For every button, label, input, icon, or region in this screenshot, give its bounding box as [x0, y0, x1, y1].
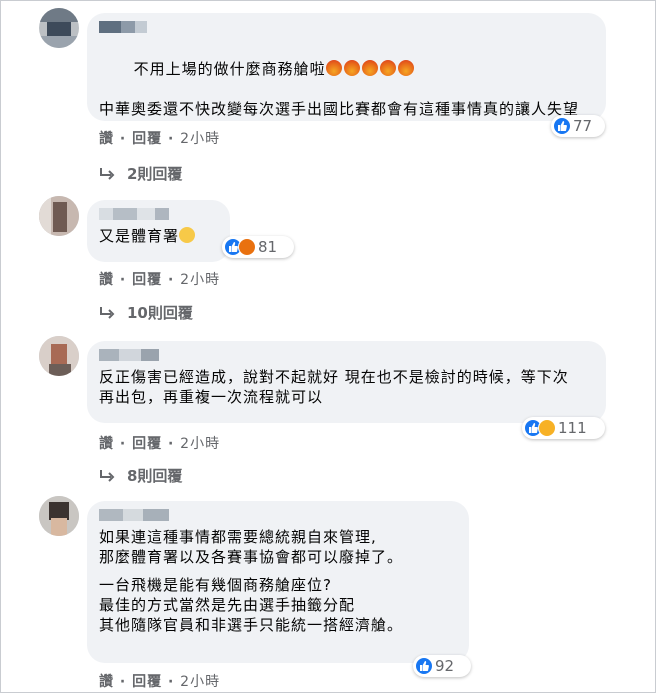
reaction-summary[interactable]: 111: [522, 417, 605, 439]
like-button[interactable]: 讚: [99, 436, 114, 452]
comment-text: 反正傷害已經造成，說對不起就好 現在也不是檢討的時候，等下次再出包，再重複一次流…: [99, 368, 569, 406]
reaction-count: 81: [258, 238, 278, 256]
angry-reaction-icon: [238, 238, 256, 256]
replies-label: 8則回覆: [127, 467, 183, 485]
comment-bubble: 反正傷害已經造成，說對不起就好 現在也不是檢討的時候，等下次再出包，再重複一次流…: [87, 341, 606, 423]
rolling-eyes-emoji-icon: [179, 227, 196, 243]
view-replies-button[interactable]: 8則回覆: [99, 465, 182, 486]
comment-bubble: 又是體育署: [87, 200, 230, 262]
avatar[interactable]: [39, 196, 79, 236]
reply-arrow-icon: [100, 469, 115, 482]
reaction-count: 92: [435, 657, 455, 675]
reaction-count: 111: [558, 419, 587, 437]
comment-actions: 讚 · 回覆 · 2小時: [99, 131, 221, 147]
reaction-summary[interactable]: 81: [222, 236, 294, 258]
reaction-count: 77: [573, 117, 593, 135]
timestamp[interactable]: 2小時: [180, 272, 220, 288]
comment-bubble: 不用上場的做什麼商務艙啦 中華奧委還不快改變每次選手出國比賽都會有這種事情真的讓…: [87, 13, 606, 121]
replies-label: 2則回覆: [127, 165, 183, 183]
angry-emoji-icon: [325, 60, 416, 78]
replies-label: 10則回覆: [127, 304, 193, 322]
reply-button[interactable]: 回覆: [132, 436, 162, 452]
reaction-summary[interactable]: 77: [551, 115, 605, 137]
like-reaction-icon: [553, 117, 571, 135]
haha-reaction-icon: [538, 419, 556, 437]
like-button[interactable]: 讚: [99, 272, 114, 288]
avatar[interactable]: [39, 8, 79, 48]
reply-arrow-icon: [100, 306, 115, 319]
reaction-summary[interactable]: 92: [413, 655, 471, 677]
reply-button[interactable]: 回覆: [132, 674, 162, 690]
timestamp[interactable]: 2小時: [180, 674, 220, 690]
reply-arrow-icon: [100, 167, 115, 180]
timestamp[interactable]: 2小時: [180, 131, 220, 147]
comment-actions: 讚 · 回覆 · 2小時: [99, 436, 221, 452]
commenter-name[interactable]: [99, 509, 457, 521]
commenter-name[interactable]: [99, 208, 218, 220]
comment-text: 如果連這種事情都需要總統親自來管理, 那麼體育署以及各賽事協會都可以廢掉了。: [99, 528, 404, 566]
reply-button[interactable]: 回覆: [132, 272, 162, 288]
reply-button[interactable]: 回覆: [132, 131, 162, 147]
comment-thread: 不用上場的做什麼商務艙啦 中華奧委還不快改變每次選手出國比賽都會有這種事情真的讓…: [0, 0, 656, 693]
like-button[interactable]: 讚: [99, 674, 114, 690]
avatar[interactable]: [39, 336, 79, 376]
comment-text: 又是體育署: [99, 226, 218, 246]
commenter-name[interactable]: [99, 349, 594, 361]
comment-actions: 讚 · 回覆 · 2小時: [99, 272, 221, 288]
comment-actions: 讚 · 回覆 · 2小時: [99, 674, 221, 690]
avatar[interactable]: [39, 496, 79, 536]
comment-text: 一台飛機是能有幾個商務艙座位? 最佳的方式當然是先由選手抽籤分配 其他隨隊官員和…: [99, 576, 404, 634]
comment-bubble: 如果連這種事情都需要總統親自來管理, 那麼體育署以及各賽事協會都可以廢掉了。 一…: [87, 501, 469, 663]
view-replies-button[interactable]: 10則回覆: [99, 302, 193, 323]
view-replies-button[interactable]: 2則回覆: [99, 163, 182, 184]
like-button[interactable]: 讚: [99, 131, 114, 147]
like-reaction-icon: [415, 657, 433, 675]
commenter-name[interactable]: [99, 21, 594, 33]
timestamp[interactable]: 2小時: [180, 436, 220, 452]
